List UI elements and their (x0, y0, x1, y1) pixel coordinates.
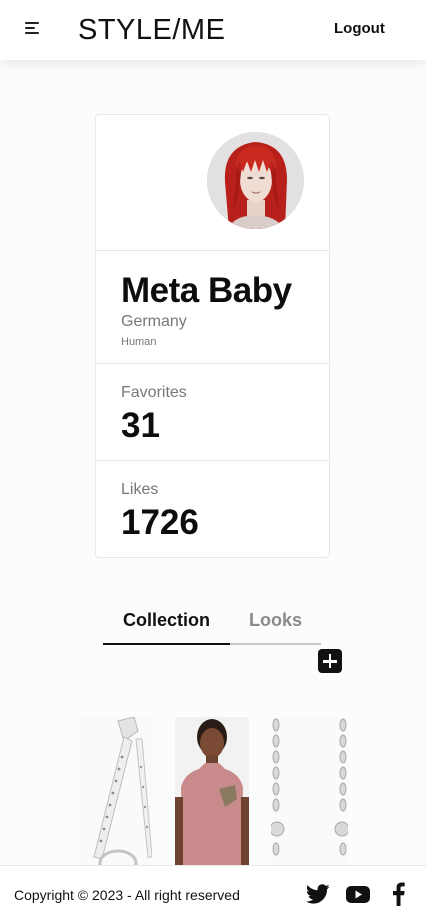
identity-section: Meta Baby Germany Human (96, 251, 329, 364)
youtube-icon[interactable] (345, 882, 371, 906)
hamburger-menu-icon[interactable] (22, 19, 44, 39)
plus-square-icon[interactable] (318, 649, 342, 673)
likes-section: Likes 1726 (96, 461, 329, 558)
profile-type: Human (121, 336, 157, 348)
logout-button[interactable]: Logout (334, 19, 385, 39)
avatar-section (96, 115, 329, 251)
likes-count: 1726 (121, 503, 199, 542)
favorites-section: Favorites 31 (96, 364, 329, 461)
profile-tabs: Collection Looks (103, 605, 321, 645)
brand-logo[interactable]: STYLE/ME (78, 12, 225, 48)
profile-card: Meta Baby Germany Human Favorites 31 Lik… (95, 114, 330, 558)
footer: Copyright © 2023 - All right reserved (0, 865, 426, 920)
studded-belt-item[interactable] (78, 717, 152, 865)
pink-top-model-item[interactable] (175, 717, 249, 865)
tab-looks[interactable]: Looks (230, 605, 321, 645)
favorites-count: 31 (121, 406, 160, 445)
collection-grid (78, 717, 348, 865)
twitter-icon[interactable] (305, 882, 331, 906)
profile-country: Germany (121, 313, 187, 330)
chain-necklace-item[interactable] (271, 717, 348, 865)
copyright-text: Copyright © 2023 - All right reserved (14, 887, 240, 903)
avatar (207, 132, 304, 229)
profile-name: Meta Baby (121, 271, 292, 310)
facebook-icon[interactable] (389, 882, 409, 906)
likes-label: Likes (121, 481, 159, 498)
top-header: STYLE/ME Logout (0, 0, 426, 60)
tab-collection[interactable]: Collection (103, 605, 230, 645)
favorites-label: Favorites (121, 384, 187, 401)
